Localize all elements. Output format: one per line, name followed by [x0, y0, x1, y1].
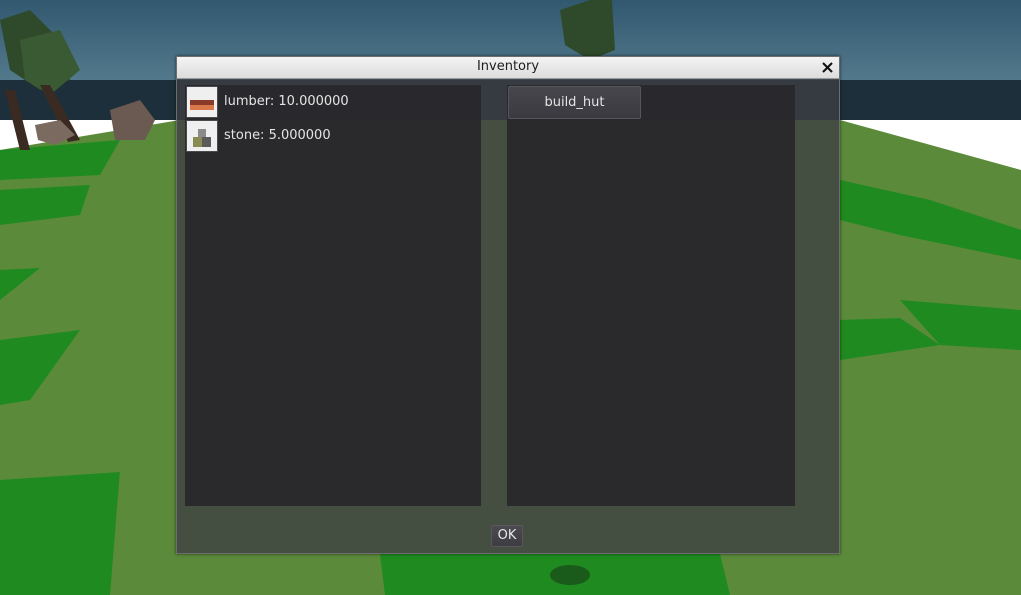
- close-button[interactable]: [818, 58, 837, 77]
- dialog-title: Inventory: [476, 59, 540, 74]
- item-label: lumber: 10.000000: [224, 94, 349, 109]
- build-hut-button[interactable]: build_hut: [508, 86, 641, 119]
- list-item-lumber[interactable]: lumber: 10.000000: [186, 86, 476, 118]
- inventory-dialog: Inventory lumber: 10.000000 stone: 5.000…: [176, 56, 840, 554]
- inventory-item-list[interactable]: lumber: 10.000000 stone: 5.000000: [185, 85, 481, 506]
- recipe-list[interactable]: build_hut: [507, 85, 795, 506]
- stone-icon: [186, 120, 218, 152]
- dialog-title-bar[interactable]: Inventory: [177, 57, 839, 79]
- ok-button[interactable]: OK: [491, 525, 523, 547]
- list-item-stone[interactable]: stone: 5.000000: [186, 120, 476, 152]
- lumber-icon: [186, 86, 218, 118]
- item-label: stone: 5.000000: [224, 128, 331, 143]
- close-icon: [822, 62, 833, 73]
